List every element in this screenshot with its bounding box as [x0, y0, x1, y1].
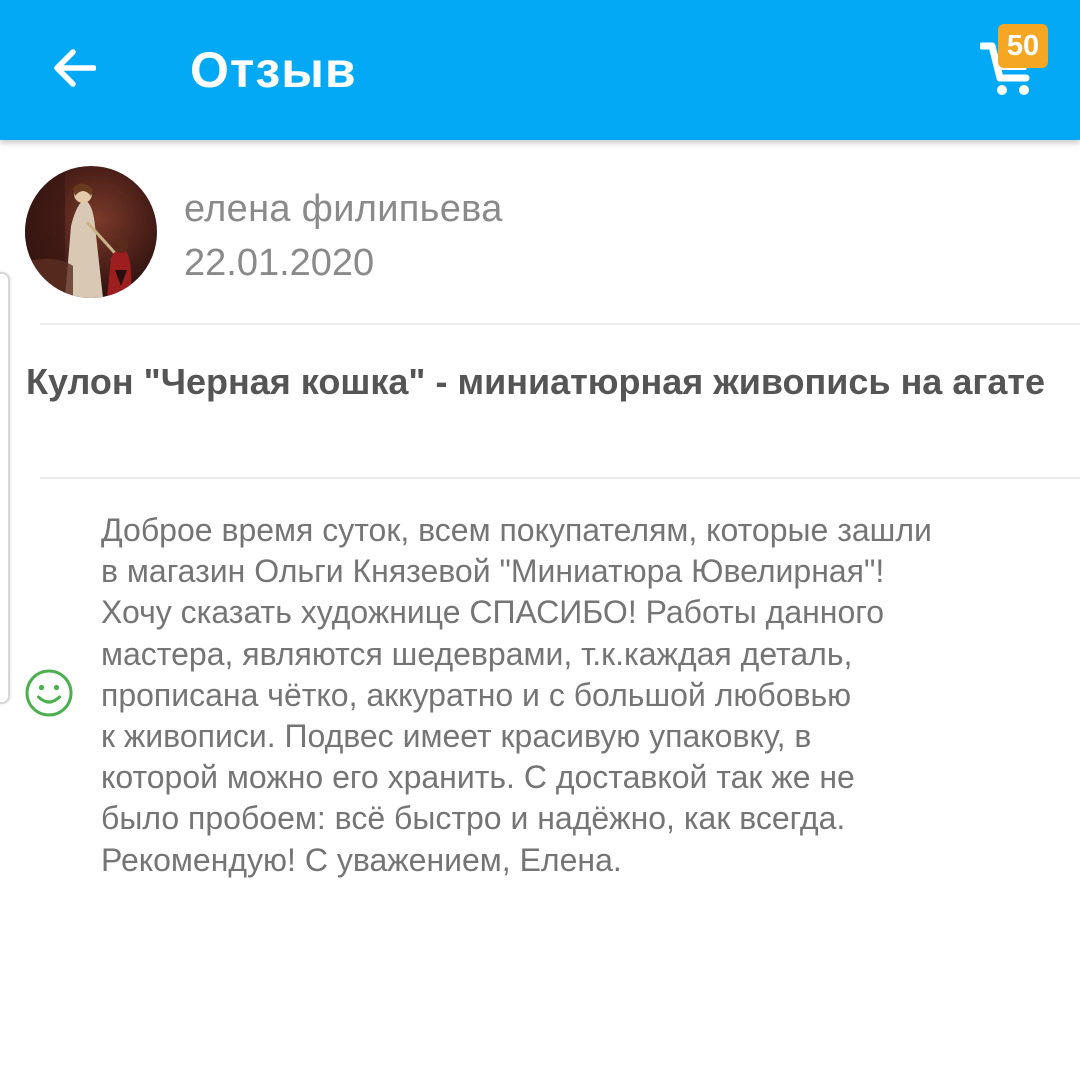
page-title: Отзыв [190, 42, 357, 98]
user-avatar-painting [25, 166, 157, 298]
review-screen: Отзыв 50 елена филипьева 22.01.2020 Куло… [0, 0, 1080, 1080]
product-title[interactable]: Кулон "Черная кошка" - миниатюрная живоп… [26, 356, 1046, 408]
divider [40, 323, 1080, 325]
smile-icon [25, 669, 73, 717]
back-button[interactable] [40, 34, 108, 102]
side-drawer-handle[interactable] [0, 272, 10, 704]
cart-button[interactable]: 50 [976, 24, 1058, 100]
author-name: елена филипьева [184, 188, 503, 230]
review-text: Доброе время суток, всем покупателям, ко… [101, 512, 932, 878]
review-date: 22.01.2020 [184, 242, 375, 284]
arrow-left-icon [54, 49, 96, 87]
cart-count-badge: 50 [998, 24, 1048, 68]
app-bar: Отзыв 50 [0, 0, 1080, 140]
divider [40, 477, 1080, 479]
user-avatar [25, 166, 157, 298]
